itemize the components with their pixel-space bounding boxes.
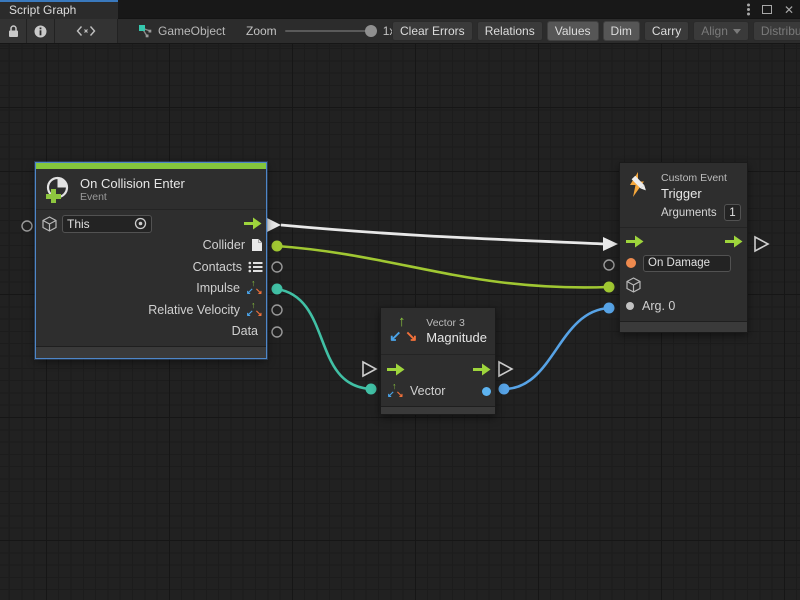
object-picker-icon[interactable] xyxy=(134,217,147,230)
contacts-list-icon xyxy=(248,261,263,273)
vector3-icon: ↑↙↘ xyxy=(389,316,418,346)
node-footer xyxy=(620,321,747,332)
target-cube-icon[interactable] xyxy=(626,277,641,293)
port-arg0[interactable] xyxy=(626,302,634,310)
node-footer xyxy=(381,406,495,414)
node-category: Custom Event xyxy=(661,172,741,185)
collider-file-icon xyxy=(251,238,263,252)
distribute-button[interactable]: Distribute xyxy=(753,21,800,41)
carry-button[interactable]: Carry xyxy=(644,21,689,41)
window-menu-icon[interactable] xyxy=(747,8,750,11)
arguments-count-field[interactable]: 1 xyxy=(724,204,741,221)
arguments-label: Arguments xyxy=(661,207,717,219)
this-target-field[interactable]: This xyxy=(62,215,152,233)
node-vector3-magnitude[interactable]: ↑↙↘ Vector 3 Magnitude ↑↙↘ Vector xyxy=(380,307,496,415)
graph-owner-breadcrumb[interactable]: GameObject xyxy=(138,19,225,43)
event-name-field[interactable]: On Damage xyxy=(643,255,731,272)
close-icon[interactable]: ✕ xyxy=(784,5,794,15)
node-on-collision-enter[interactable]: On Collision Enter Event This xyxy=(35,162,267,359)
port-label-arg0: Arg. 0 xyxy=(642,299,675,313)
clear-errors-button[interactable]: Clear Errors xyxy=(392,21,473,41)
relations-button[interactable]: Relations xyxy=(477,21,543,41)
event-icon xyxy=(44,175,72,203)
vector3-icon: ↑↙↘ xyxy=(387,383,404,399)
node-trigger-custom-event[interactable]: Custom Event Trigger Arguments 1 xyxy=(619,162,748,333)
node-title: On Collision Enter xyxy=(80,176,185,191)
vector3-icon: ↑↙↘ xyxy=(246,302,263,318)
flow-out-arrow-icon[interactable] xyxy=(725,235,743,248)
values-button[interactable]: Values xyxy=(547,21,599,41)
lock-button[interactable] xyxy=(0,19,27,43)
flow-out-arrow-icon[interactable] xyxy=(473,363,491,376)
maximize-icon[interactable] xyxy=(762,5,772,14)
inspect-button[interactable] xyxy=(27,19,55,43)
tab-label: Script Graph xyxy=(9,3,76,17)
script-graph-window: Script Graph ✕ xyxy=(0,0,800,600)
graph-toolbar: GameObject Zoom 1x Clear Errors Relation… xyxy=(0,19,800,44)
port-label-relative-velocity: Relative Velocity xyxy=(148,303,240,317)
port-magnitude-result[interactable] xyxy=(482,387,491,396)
zoom-slider-handle[interactable] xyxy=(365,25,377,37)
port-label-contacts: Contacts xyxy=(193,260,242,274)
node-subtitle: Event xyxy=(80,191,185,203)
port-label-data: Data xyxy=(232,324,258,338)
node-footer xyxy=(36,346,266,358)
tab-script-graph[interactable]: Script Graph xyxy=(0,0,118,19)
port-label-vector: Vector xyxy=(410,384,445,398)
tab-strip: Script Graph ✕ xyxy=(0,0,800,19)
edit-graph-button[interactable] xyxy=(55,19,118,43)
chevron-down-icon xyxy=(733,29,741,34)
flow-in-arrow-icon[interactable] xyxy=(626,235,644,248)
zoom-slider[interactable] xyxy=(285,30,375,32)
lock-icon xyxy=(8,25,19,38)
vector3-icon: ↑↙↘ xyxy=(246,280,263,296)
code-icon xyxy=(76,25,96,37)
align-button[interactable]: Align xyxy=(693,21,749,41)
dim-button[interactable]: Dim xyxy=(603,21,640,41)
node-title: Magnitude xyxy=(426,330,487,345)
node-category: Vector 3 xyxy=(426,317,487,330)
gameobject-cube-icon xyxy=(42,216,57,232)
graph-icon xyxy=(138,24,152,38)
flow-in-arrow-icon[interactable] xyxy=(387,363,405,376)
zoom-label: Zoom xyxy=(246,24,277,38)
info-icon xyxy=(34,25,47,38)
port-event-name[interactable] xyxy=(626,258,636,268)
flow-out-arrow-icon[interactable] xyxy=(244,217,262,230)
port-label-collider: Collider xyxy=(203,238,245,252)
node-title: Trigger xyxy=(661,186,741,201)
graph-owner-label: GameObject xyxy=(158,24,225,38)
port-label-impulse: Impulse xyxy=(196,281,240,295)
custom-event-icon xyxy=(627,172,654,199)
